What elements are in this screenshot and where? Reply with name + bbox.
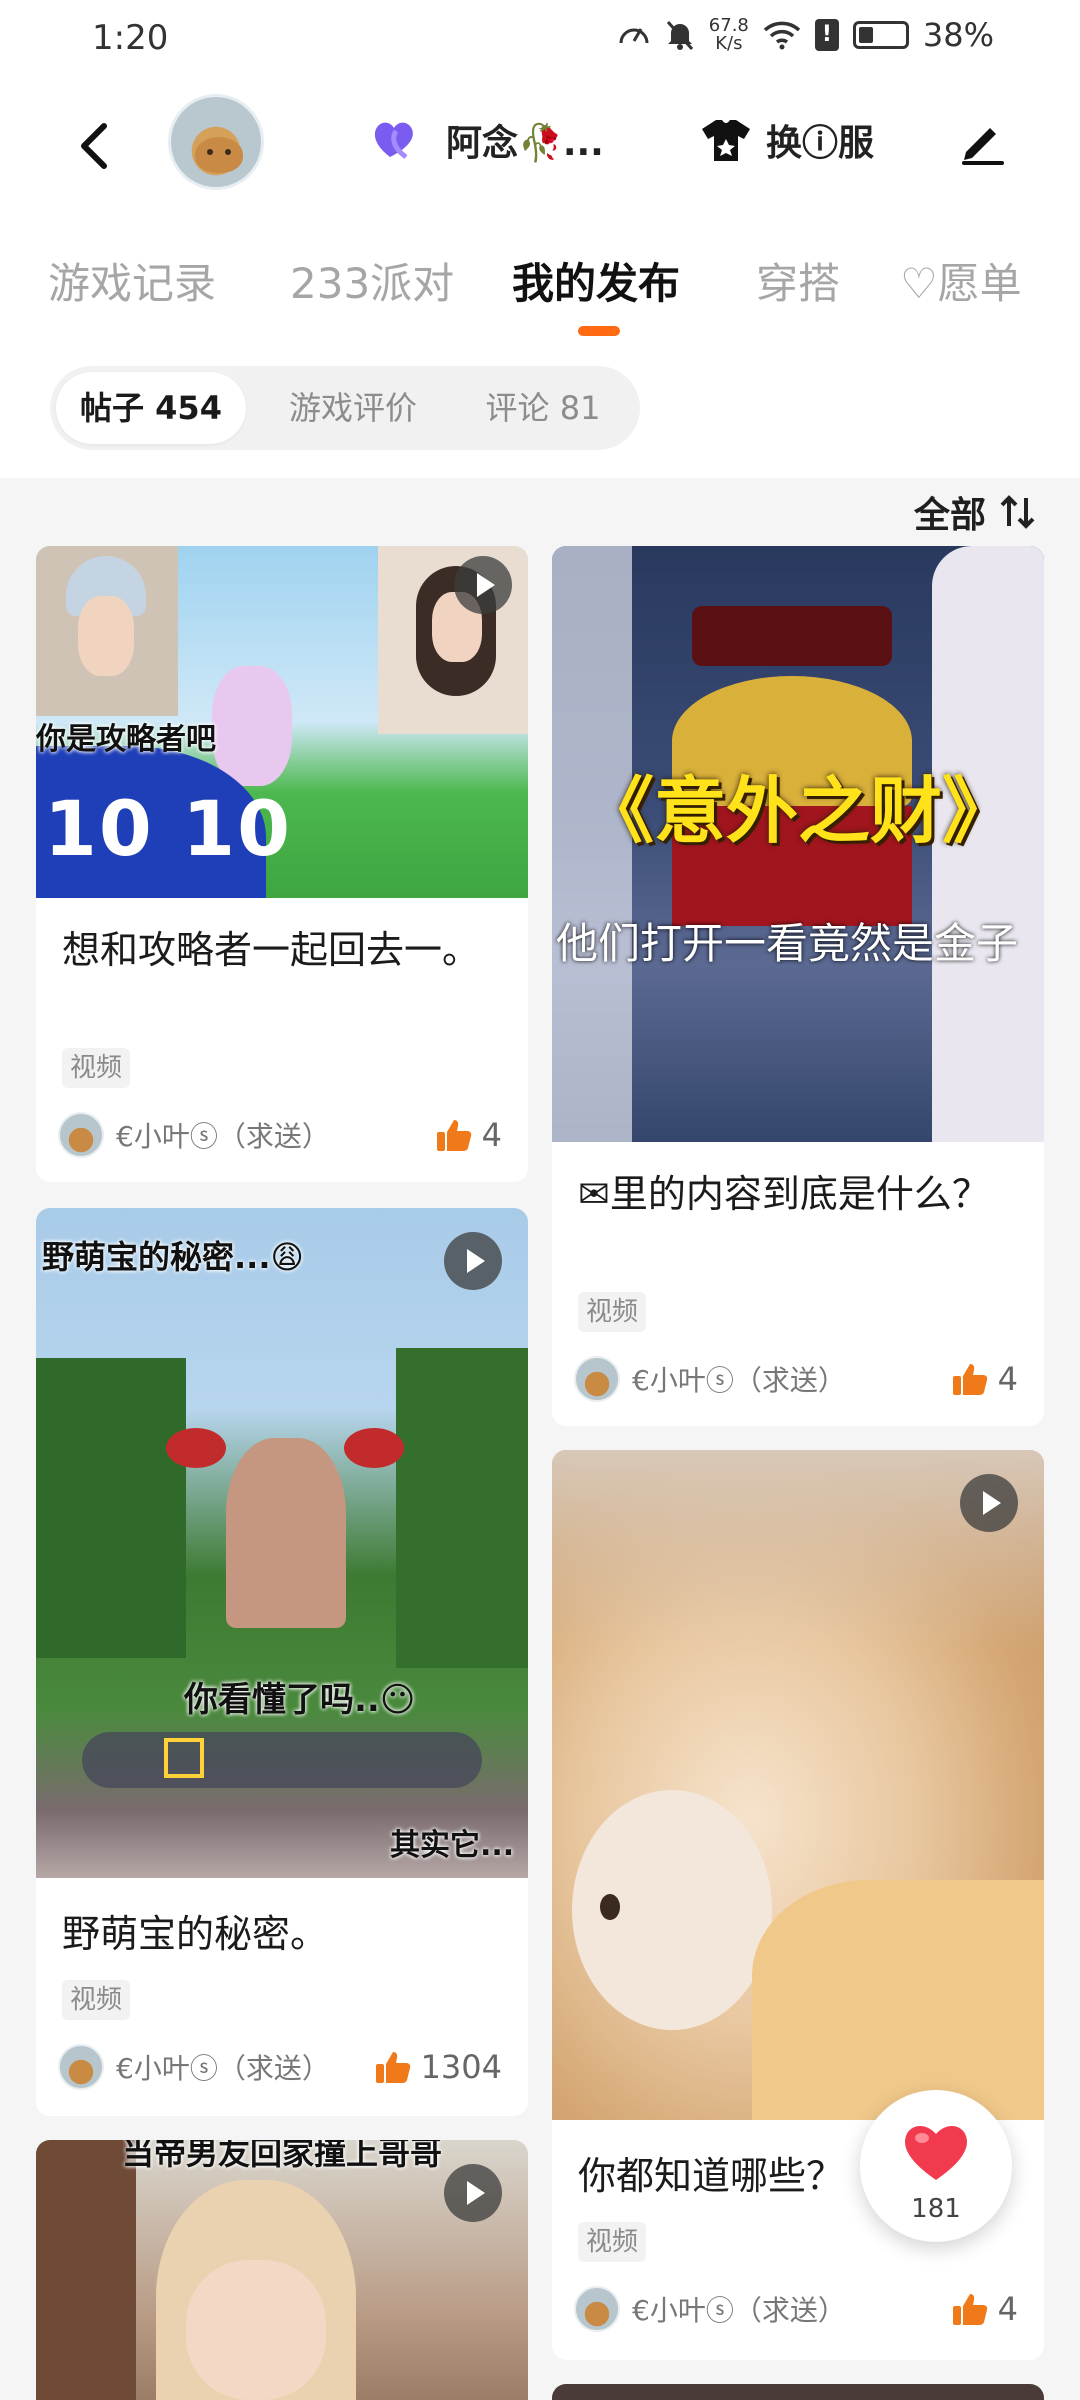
profile-screen: 1:20 67.8 K/s ! 38% 阿念🥀... 换ⓘ服 游戏记录 233派…: [0, 0, 1080, 2400]
post-tag: 视频: [578, 2222, 647, 2262]
video-play-icon: [960, 1474, 1018, 1532]
back-arrow-icon[interactable]: [70, 118, 120, 174]
post-card[interactable]: 当帝男友回家撞上哥哥: [36, 2140, 528, 2400]
author-avatar: [574, 2286, 620, 2332]
post-thumbnail: 当帝男友回家撞上哥哥: [36, 2140, 528, 2400]
segment-game-reviews[interactable]: 游戏评价: [260, 372, 446, 444]
alert-icon: !: [814, 19, 839, 51]
battery-percent: 38%: [922, 16, 994, 54]
sort-icon: [1000, 495, 1035, 529]
profile-header: 阿念🥀... 换ⓘ服: [0, 90, 1080, 200]
avatar[interactable]: [168, 94, 264, 190]
post-tag: 视频: [62, 1980, 131, 2020]
purple-heart-icon: [374, 122, 413, 160]
thumbnail-caption: 当帝男友回家撞上哥哥: [121, 2140, 442, 2172]
thumbnail-subcaption: 你看懂了吗..😶: [184, 1680, 416, 1720]
tshirt-icon: [702, 120, 750, 161]
change-outfit-button[interactable]: 换ⓘ服: [700, 114, 874, 166]
speedometer-icon: [619, 28, 649, 44]
floating-like-count: 181: [911, 2194, 961, 2224]
net-speed: 67.8 K/s: [709, 17, 749, 53]
post-thumbnail: 你是攻略者吧 10 10: [36, 546, 528, 898]
tab-outfits[interactable]: 穿搭: [756, 250, 840, 311]
thumbnail-caption: 野萌宝的秘密...😩: [42, 1238, 304, 1276]
edit-pencil-icon[interactable]: [958, 116, 1008, 166]
wifi-icon: [763, 21, 801, 50]
status-bar: 1:20 67.8 K/s ! 38%: [0, 0, 1080, 80]
like-count-value: 4: [997, 2290, 1018, 2328]
post-card[interactable]: 你是攻略者吧 10 10 想和攻略者一起回去一。 视频 €小叶ⓢ（求送） 4: [36, 546, 528, 1182]
status-time: 1:20: [92, 18, 169, 58]
sort-dropdown[interactable]: 全部: [914, 486, 1038, 538]
like-count[interactable]: 4: [436, 1116, 502, 1154]
post-author[interactable]: €小叶ⓢ（求送）: [58, 1112, 330, 1158]
post-card[interactable]: 野萌宝的秘密...😩 你看懂了吗..😶 其实它... 野萌宝的秘密。 视频 €小…: [36, 1208, 528, 2116]
heart-icon: [905, 2125, 967, 2180]
like-count[interactable]: 4: [952, 1360, 1018, 1398]
nickname-group[interactable]: 阿念🥀...: [370, 114, 604, 166]
post-title: 野萌宝的秘密。: [62, 1912, 329, 1956]
post-title: ✉里的内容到底是什么？: [578, 1172, 990, 1216]
author-avatar: [58, 1112, 104, 1158]
thumbnail-subcaption: 他们打开一看竟然是金子: [556, 919, 1019, 968]
author-name: €小叶ⓢ（求送）: [116, 1120, 330, 1153]
sort-bar: 全部: [0, 478, 1080, 544]
tab-game-record[interactable]: 游戏记录: [48, 250, 216, 311]
author-name: €小叶ⓢ（求送）: [632, 2294, 846, 2327]
post-thumbnail: 《意外之财》 他们打开一看竟然是金子: [552, 546, 1044, 1142]
video-play-icon: [444, 1232, 502, 1290]
thumbnail-caption: 你是攻略者吧: [36, 722, 216, 757]
post-title: 想和攻略者一起回去一。: [62, 928, 481, 972]
post-author[interactable]: €小叶ⓢ（求送）: [574, 2286, 846, 2332]
author-name: €小叶ⓢ（求送）: [116, 2052, 330, 2085]
like-count[interactable]: 4: [952, 2290, 1018, 2328]
mute-bell-icon: [666, 21, 693, 50]
post-tag: 视频: [62, 1048, 131, 1088]
post-thumbnail: [552, 1450, 1044, 2120]
status-icons: 67.8 K/s ! 38%: [617, 16, 994, 54]
post-type-segments: 帖子 454 游戏评价 评论 81: [50, 366, 640, 450]
thumbs-up-icon: [436, 1120, 471, 1151]
thumbs-up-icon: [952, 1364, 987, 1395]
video-play-icon: [454, 556, 512, 614]
like-count-value: 4: [997, 1360, 1018, 1398]
segment-comments[interactable]: 评论 81: [452, 372, 634, 444]
thumbnail-caption: 《意外之财》: [581, 769, 1014, 853]
post-card[interactable]: [552, 2384, 1044, 2400]
net-speed-unit: K/s: [715, 33, 743, 54]
tab-wishlist[interactable]: ♡愿单: [900, 250, 1022, 311]
thumbs-up-icon: [952, 2294, 987, 2325]
like-count-value: 1304: [420, 2048, 502, 2086]
floating-like-button[interactable]: 181: [860, 2090, 1012, 2242]
like-count-value: 4: [481, 1116, 502, 1154]
profile-tabs: 游戏记录 233派对 我的发布 穿搭 ♡愿单: [0, 240, 1080, 340]
thumbnail-numbers: 10 10: [44, 784, 292, 873]
post-author[interactable]: €小叶ⓢ（求送）: [58, 2044, 330, 2090]
tab-233-party[interactable]: 233派对: [290, 250, 454, 311]
active-tab-indicator: [578, 326, 620, 336]
thumbnail-footnote: 其实它...: [390, 1828, 515, 1863]
post-tag: 视频: [578, 1292, 647, 1332]
author-avatar: [574, 1356, 620, 1402]
top-panel: 1:20 67.8 K/s ! 38% 阿念🥀... 换ⓘ服 游戏记录 233派…: [0, 0, 1080, 478]
author-name: €小叶ⓢ（求送）: [632, 1364, 846, 1397]
post-card[interactable]: 《意外之财》 他们打开一看竟然是金子 ✉里的内容到底是什么？ 视频 €小叶ⓢ（求…: [552, 546, 1044, 1426]
segment-posts[interactable]: 帖子 454: [56, 372, 246, 444]
battery-icon: [852, 21, 909, 49]
thumbs-up-icon: [375, 2052, 410, 2083]
nickname: 阿念🥀...: [446, 123, 604, 164]
sort-label: 全部: [913, 495, 986, 536]
post-author[interactable]: €小叶ⓢ（求送）: [574, 1356, 846, 1402]
tab-my-posts[interactable]: 我的发布: [512, 250, 680, 311]
author-avatar: [58, 2044, 104, 2090]
like-count[interactable]: 1304: [375, 2048, 502, 2086]
change-outfit-label: 换ⓘ服: [766, 123, 875, 164]
post-thumbnail: 野萌宝的秘密...😩 你看懂了吗..😶 其实它...: [36, 1208, 528, 1878]
